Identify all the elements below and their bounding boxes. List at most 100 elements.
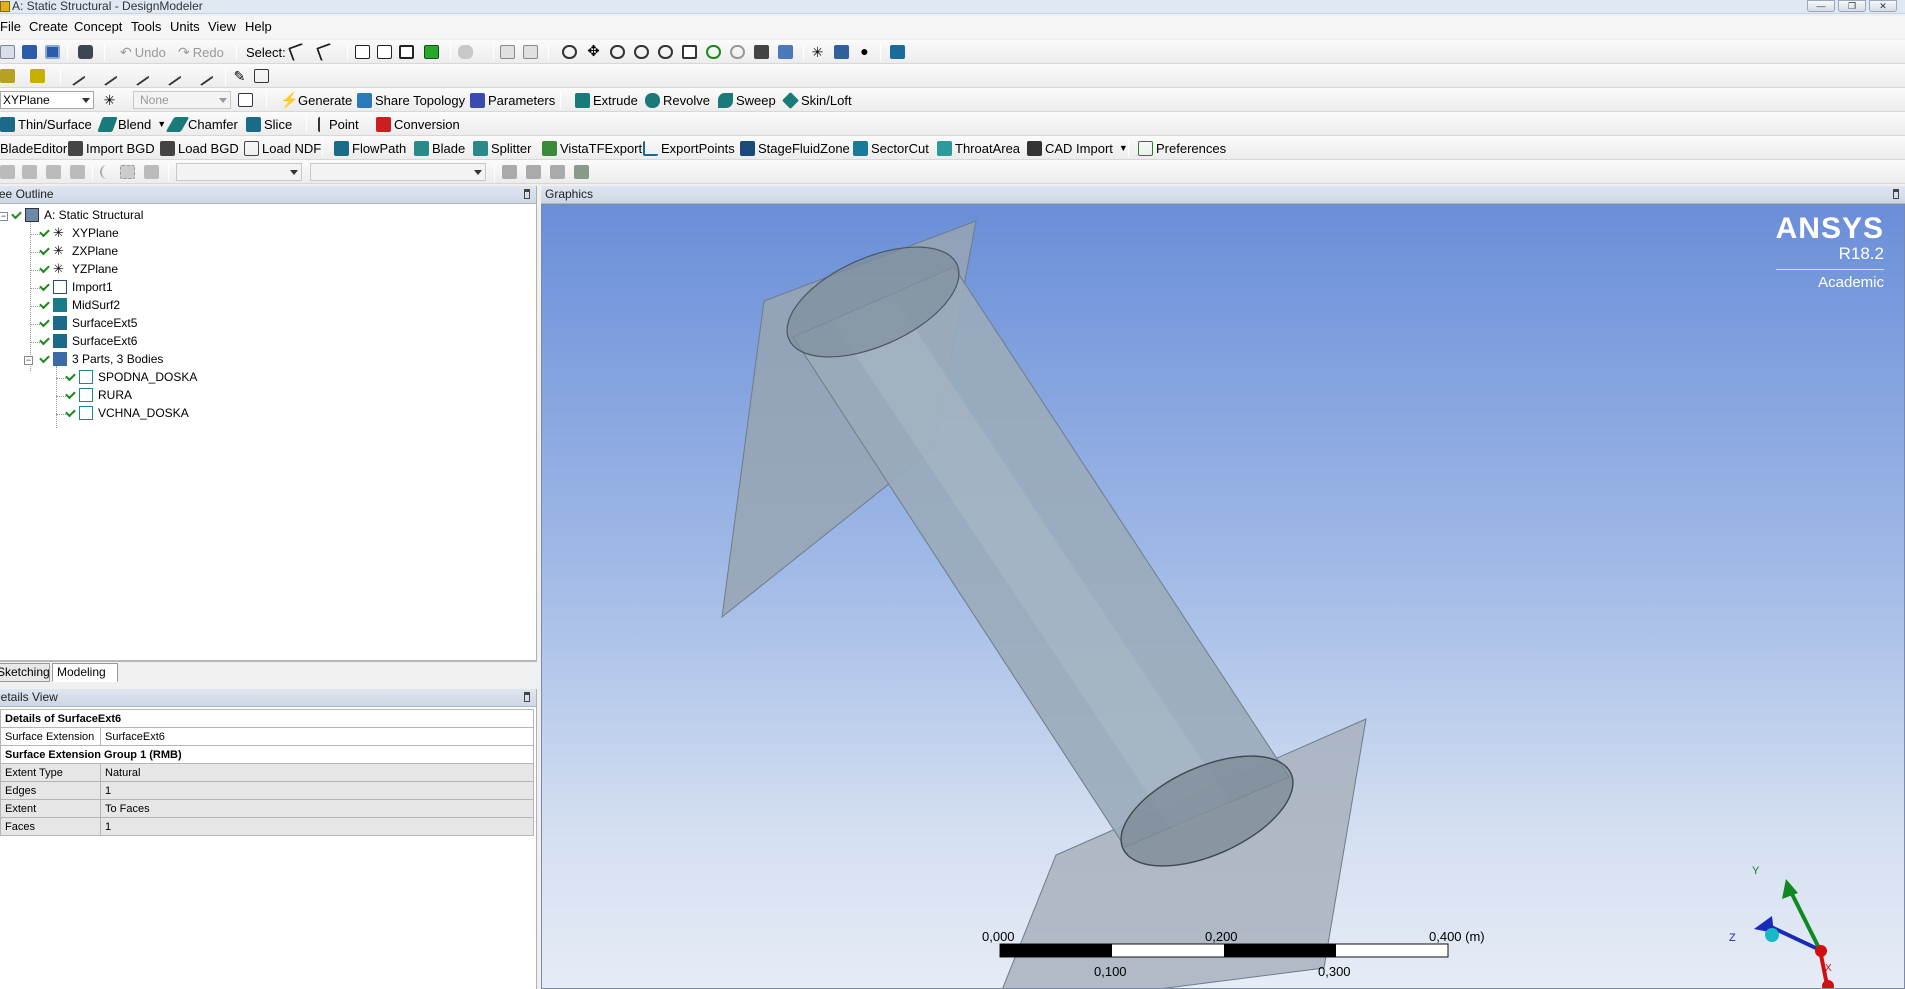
view-orient-icon[interactable]	[778, 45, 793, 59]
menu-concept[interactable]: Concept	[74, 19, 122, 34]
menu-file[interactable]: File	[0, 19, 21, 34]
pin-icon[interactable]	[1893, 189, 1899, 199]
share-topology-button[interactable]: Share Topology	[357, 91, 465, 109]
zoom-window-icon[interactable]	[682, 45, 697, 59]
sketch-combo[interactable]: None	[133, 91, 231, 109]
extrude-button[interactable]: Extrude	[575, 91, 638, 109]
point-button[interactable]: Point	[318, 115, 359, 133]
export-points-button[interactable]: ExportPoints	[643, 139, 735, 157]
sweep-button[interactable]: Sweep	[718, 91, 776, 109]
maximize-button[interactable]: ❐	[1838, 0, 1866, 12]
tree-item-import1[interactable]: Import1	[39, 278, 113, 296]
tree-body-spodna-doska[interactable]: SPODNA_DOSKA	[65, 368, 197, 386]
pan-icon[interactable]: ✥	[586, 44, 601, 59]
line-tool-2-icon[interactable]	[97, 65, 118, 87]
tree-item-surfaceext5[interactable]: SurfaceExt5	[39, 314, 137, 332]
load-bgd-button[interactable]: Load BGD	[160, 139, 239, 157]
sector-cut-button[interactable]: SectorCut	[853, 139, 929, 157]
box-select-alt-icon[interactable]	[523, 45, 538, 59]
zoom-out-icon[interactable]	[730, 45, 745, 59]
zoom-box-icon[interactable]	[634, 45, 649, 59]
screenshot-icon[interactable]	[78, 45, 93, 59]
rotate-icon[interactable]	[562, 45, 577, 59]
pin-icon[interactable]	[524, 189, 530, 199]
zoom-fit-icon[interactable]	[658, 45, 673, 59]
tree-item-parts[interactable]: 3 Parts, 3 Bodies	[39, 350, 163, 368]
menu-units[interactable]: Units	[170, 19, 200, 34]
color-icon[interactable]	[0, 69, 15, 83]
blade-tool-9-icon[interactable]	[526, 165, 541, 179]
cad-import-button[interactable]: CAD Import ▼	[1027, 139, 1128, 157]
close-button[interactable]: ✕	[1869, 0, 1897, 12]
line-tool-icon[interactable]	[65, 65, 86, 87]
iso-ball[interactable]	[1765, 928, 1779, 942]
thin-surface-button[interactable]: Thin/Surface	[0, 115, 92, 133]
vista-tf-export-button[interactable]: VistaTFExport	[542, 139, 642, 157]
menu-view[interactable]: View	[208, 19, 236, 34]
throat-area-button[interactable]: ThroatArea	[937, 139, 1020, 157]
blade-combo-1[interactable]	[176, 163, 302, 181]
details-value[interactable]: To Faces	[100, 799, 534, 818]
axis-toggle-icon[interactable]: ✳	[810, 45, 825, 59]
tree-item-yzplane[interactable]: ✳ YZPlane	[39, 260, 118, 278]
generate-button[interactable]: ⚡ Generate	[280, 91, 352, 109]
graphics-viewport[interactable]: ANSYS R18.2 Academic 0,000 0,200 0,400 (…	[541, 204, 1905, 989]
blade-tool-3-icon[interactable]	[46, 165, 61, 179]
save-icon[interactable]	[22, 45, 37, 59]
details-value[interactable]: 1	[100, 817, 534, 836]
view-grid-icon[interactable]	[754, 45, 769, 59]
blade-tool-11-icon[interactable]	[574, 165, 589, 179]
revolve-button[interactable]: Revolve	[645, 91, 710, 109]
frame-tool-icon[interactable]	[254, 69, 269, 83]
blade-tool-8-icon[interactable]	[502, 165, 517, 179]
tab-sketching[interactable]: Sketching	[0, 663, 50, 682]
blade-tool-1-icon[interactable]	[0, 165, 15, 179]
details-value[interactable]: SurfaceExt6	[100, 727, 534, 746]
conversion-button[interactable]: Conversion	[376, 115, 460, 133]
line-tool-3-icon[interactable]	[129, 65, 150, 87]
tree-item-zxplane[interactable]: ✳ ZXPlane	[39, 242, 118, 260]
tree-item-midsurf2[interactable]: MidSurf2	[39, 296, 120, 314]
menu-help[interactable]: Help	[245, 19, 272, 34]
blade-tool-5-icon[interactable]	[100, 165, 115, 179]
zoom-in-icon[interactable]	[706, 45, 721, 59]
blade-tool-10-icon[interactable]	[550, 165, 565, 179]
splitter-button[interactable]: Splitter	[473, 139, 531, 157]
whats-this-icon[interactable]	[890, 45, 905, 59]
tree-body-vchna-doska[interactable]: VCHNA_DOSKA	[65, 404, 189, 422]
model-view[interactable]	[542, 205, 1905, 989]
tree-item-surfaceext6[interactable]: SurfaceExt6	[39, 332, 137, 350]
zoom-icon[interactable]	[610, 45, 625, 59]
minimize-button[interactable]: —	[1807, 0, 1835, 12]
preferences-button[interactable]: Preferences	[1138, 139, 1226, 157]
tree-body-rura[interactable]: RURA	[65, 386, 132, 404]
select-mode-icon[interactable]	[316, 42, 335, 62]
collapse-root-icon[interactable]: −	[0, 212, 8, 221]
undo-button[interactable]: ↶ Undo	[120, 43, 166, 61]
details-value[interactable]: Natural	[100, 763, 534, 782]
tab-modeling[interactable]: Modeling	[52, 663, 118, 682]
skin-loft-button[interactable]: Skin/Loft	[782, 91, 852, 109]
slice-button[interactable]: Slice	[246, 115, 292, 133]
redo-button[interactable]: ↷ Redo	[178, 43, 224, 61]
pin-icon[interactable]	[524, 692, 530, 702]
new-sketch-icon[interactable]	[238, 93, 253, 107]
blade-button[interactable]: Blade	[414, 139, 465, 157]
menu-create[interactable]: Create	[29, 19, 68, 34]
tree-root[interactable]: A: Static Structural	[11, 206, 143, 224]
select-edge-icon[interactable]	[377, 45, 392, 59]
parameters-button[interactable]: Parameters	[470, 91, 555, 109]
details-value[interactable]: 1	[100, 781, 534, 800]
load-ndf-button[interactable]: Load NDF	[244, 139, 321, 157]
blade-tool-7-icon[interactable]	[144, 165, 159, 179]
select-vertex-icon[interactable]	[355, 45, 370, 59]
flowpath-button[interactable]: FlowPath	[334, 139, 406, 157]
line-tool-4-icon[interactable]	[161, 65, 182, 87]
new-icon[interactable]	[0, 45, 15, 59]
blade-tool-6-icon[interactable]	[120, 165, 135, 179]
box-select-icon[interactable]	[500, 45, 515, 59]
line-tool-5-icon[interactable]	[193, 65, 214, 87]
chamfer-button[interactable]: Chamfer	[165, 115, 238, 133]
blade-tool-4-icon[interactable]	[70, 165, 85, 179]
import-bgd-button[interactable]: Import BGD	[68, 139, 155, 157]
